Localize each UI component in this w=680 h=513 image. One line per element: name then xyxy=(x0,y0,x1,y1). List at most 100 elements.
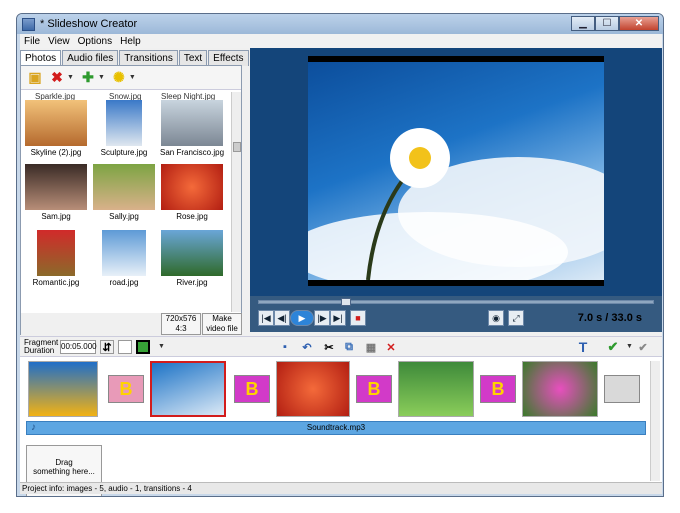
thumbnail-label: road.jpg xyxy=(109,278,139,287)
snapshot-icon[interactable]: ◉ xyxy=(488,310,504,326)
tab-photos[interactable]: Photos xyxy=(20,50,62,66)
timeline-slide[interactable] xyxy=(522,361,598,417)
audio-track-label: Soundtrack.mp3 xyxy=(306,423,366,432)
window-title: * Slideshow Creator xyxy=(40,18,138,30)
minimize-button[interactable]: ▁ xyxy=(571,16,595,31)
thumbnail-item[interactable]: road.jpg xyxy=(91,230,157,287)
scroll-thumb[interactable] xyxy=(233,142,241,152)
effects-icon[interactable]: ✺ xyxy=(111,69,127,86)
thumbnail-scrollbar[interactable] xyxy=(231,92,241,312)
thumbnail-image xyxy=(161,100,223,146)
chevron-down-icon[interactable]: ▼ xyxy=(67,74,74,81)
chevron-down-icon[interactable]: ▼ xyxy=(98,74,105,81)
timeline: B B B B ♪ Soundtrack.mp3 Drag something … xyxy=(20,356,662,496)
resolution-button[interactable]: 720x576 4:3 xyxy=(161,313,201,335)
seek-bar[interactable] xyxy=(258,298,654,306)
thumbnail-label: Sculpture.jpg xyxy=(100,148,148,157)
thumbnail-label: Sam.jpg xyxy=(41,212,71,221)
timeline-transition[interactable]: B xyxy=(356,375,392,403)
thumbnail-label: Romantic.jpg xyxy=(32,278,80,287)
stop-icon[interactable]: ■ xyxy=(350,310,366,326)
thumbnail-grid: Sparkle.jpg Snow.jpg Sleep Night.jpg Sky… xyxy=(21,92,231,312)
checkmark-icon[interactable]: ✔ xyxy=(606,339,620,354)
chevron-down-icon[interactable]: ▼ xyxy=(129,74,136,81)
timeline-scrollbar[interactable] xyxy=(650,361,660,481)
fullscreen-icon[interactable]: ⤢ xyxy=(508,310,524,326)
timeline-transition[interactable]: B xyxy=(234,375,270,403)
fragment-duration-input[interactable]: 00:05.000 xyxy=(60,339,97,354)
thumbnail-image xyxy=(106,100,142,146)
photos-toolbar: ▣ ✖ ▼ ✚ ▼ ✺ ▼ xyxy=(21,66,241,90)
thumbnail-item[interactable]: River.jpg xyxy=(159,230,225,287)
timeline-slide-selected[interactable] xyxy=(150,361,226,417)
timeline-slide[interactable] xyxy=(28,361,98,417)
thumbnail-label: Rose.jpg xyxy=(176,212,208,221)
settings-icon[interactable]: ✔ xyxy=(636,340,650,354)
timeline-slide[interactable] xyxy=(276,361,350,417)
menu-file[interactable]: File xyxy=(20,36,44,47)
prev-icon[interactable]: ◀| xyxy=(274,310,290,326)
thumbnail-item[interactable]: Skyline (2).jpg xyxy=(23,100,89,157)
delete-icon[interactable]: ✖ xyxy=(49,69,65,86)
thumbnail-image xyxy=(102,230,146,276)
window-controls: ▁ ☐ ✕ xyxy=(571,16,659,31)
music-note-icon: ♪ xyxy=(31,422,36,433)
menu-help[interactable]: Help xyxy=(116,36,145,47)
skip-start-icon[interactable]: |◀ xyxy=(258,310,274,326)
timeline-placeholder[interactable] xyxy=(604,375,640,403)
skip-end-icon[interactable]: ▶| xyxy=(330,310,346,326)
add-icon[interactable]: ✚ xyxy=(80,69,96,86)
cut-icon[interactable]: ✂ xyxy=(322,340,336,354)
make-video-button[interactable]: Make video file xyxy=(202,313,242,335)
photos-bottom-bar: 720x576 4:3 Make video file xyxy=(21,313,242,335)
audio-track[interactable]: ♪ Soundtrack.mp3 xyxy=(26,421,646,435)
menu-view[interactable]: View xyxy=(44,36,74,47)
frame-color-icon[interactable] xyxy=(136,340,150,354)
menu-bar: File View Options Help xyxy=(20,34,662,48)
undo-icon[interactable]: ↶ xyxy=(300,340,314,354)
thumbnail-image xyxy=(25,164,87,210)
time-total: / 33.0 s xyxy=(605,312,642,324)
thumbnail-label: River.jpg xyxy=(176,278,208,287)
tab-text[interactable]: Text xyxy=(178,50,208,66)
photos-panel: ▣ ✖ ▼ ✚ ▼ ✺ ▼ Sparkle.jpg Snow.jpg Sleep Ni… xyxy=(20,65,242,335)
chevron-down-icon[interactable]: ▼ xyxy=(158,343,165,350)
close-button[interactable]: ✕ xyxy=(619,16,659,31)
delete-icon[interactable]: ✕ xyxy=(384,340,398,354)
app-icon xyxy=(22,17,35,31)
text-icon[interactable]: T xyxy=(576,339,590,355)
save-icon[interactable]: ▪ xyxy=(278,340,292,354)
timeline-slide[interactable] xyxy=(398,361,474,417)
maximize-button[interactable]: ☐ xyxy=(595,16,619,31)
timeline-transition[interactable]: B xyxy=(108,375,144,403)
thumbnail-item[interactable]: Sculpture.jpg xyxy=(91,100,157,157)
thumbnail-item[interactable]: Rose.jpg xyxy=(159,164,225,221)
menu-options[interactable]: Options xyxy=(74,36,116,47)
chevron-down-icon[interactable]: ▼ xyxy=(626,343,633,350)
play-icon[interactable]: ▶ xyxy=(290,310,314,326)
thumbnail-image xyxy=(161,230,223,276)
tab-strip: Photos Audio files Transitions Text Effe… xyxy=(20,50,250,66)
paste-icon[interactable]: ▦ xyxy=(364,340,378,354)
open-folder-icon[interactable]: ▣ xyxy=(27,69,43,86)
preview-area xyxy=(250,48,662,296)
seek-thumb[interactable] xyxy=(341,298,351,306)
timeline-transition[interactable]: B xyxy=(480,375,516,403)
thumbnail-item[interactable]: Romantic.jpg xyxy=(23,230,89,287)
time-readout: 7.0 s / 33.0 s xyxy=(578,312,642,324)
tab-transitions[interactable]: Transitions xyxy=(119,50,178,66)
tab-audio-files[interactable]: Audio files xyxy=(62,50,119,66)
next-icon[interactable]: |▶ xyxy=(314,310,330,326)
client-area: Photos Audio files Transitions Text Effe… xyxy=(20,48,662,496)
duration-spinner-icon[interactable]: ⇵ xyxy=(100,340,114,354)
tab-effects[interactable]: Effects xyxy=(208,50,249,66)
thumbnail-item[interactable]: Sally.jpg xyxy=(91,164,157,221)
copy-icon[interactable]: ⧉ xyxy=(342,340,356,354)
thumbnail-item[interactable]: Sam.jpg xyxy=(23,164,89,221)
fragment-label: Fragment Duration xyxy=(24,337,59,355)
thumbnail-item[interactable]: San Francisco.jpg xyxy=(159,100,225,157)
color-swatch[interactable] xyxy=(118,340,132,354)
app-window: * Slideshow Creator ▁ ☐ ✕ File View Opti… xyxy=(16,13,664,497)
thumbnail-image xyxy=(37,230,75,276)
title-bar: * Slideshow Creator ▁ ☐ ✕ xyxy=(17,14,663,34)
